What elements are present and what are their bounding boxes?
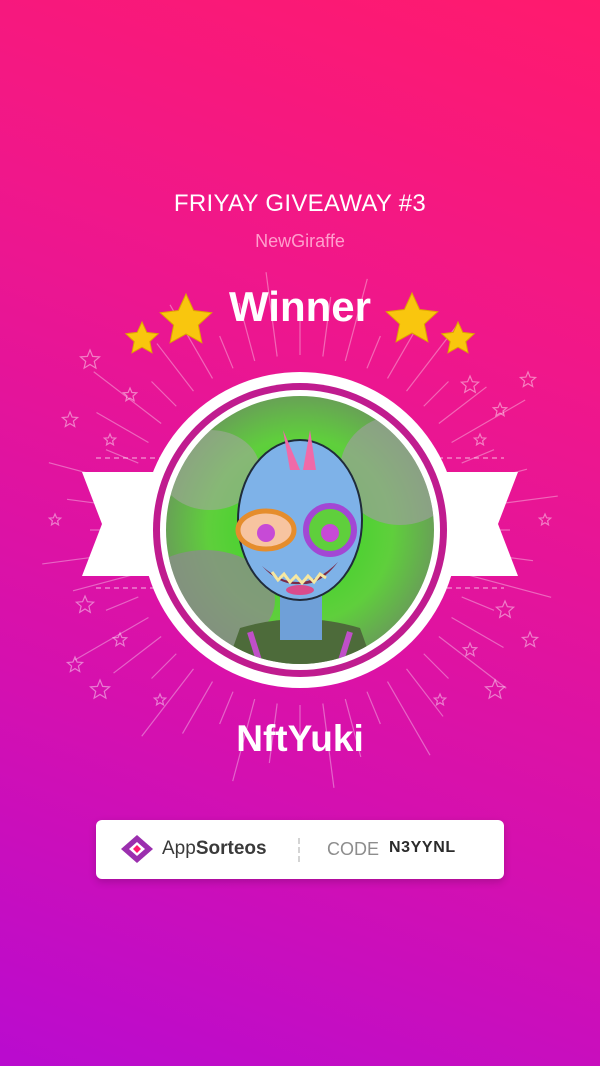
brand-name: AppSorteos — [162, 838, 267, 859]
code-card: AppSorteos CODE N3YYNL — [96, 820, 504, 879]
code-label: CODE — [327, 839, 380, 859]
card-divider — [298, 838, 300, 862]
code-value[interactable]: N3YYNL — [389, 839, 456, 857]
winner-badge — [82, 291, 518, 688]
winner-name: NftYuki — [236, 718, 364, 759]
winner-label: Winner — [229, 283, 371, 330]
appsorteos-logo-icon — [121, 835, 153, 863]
